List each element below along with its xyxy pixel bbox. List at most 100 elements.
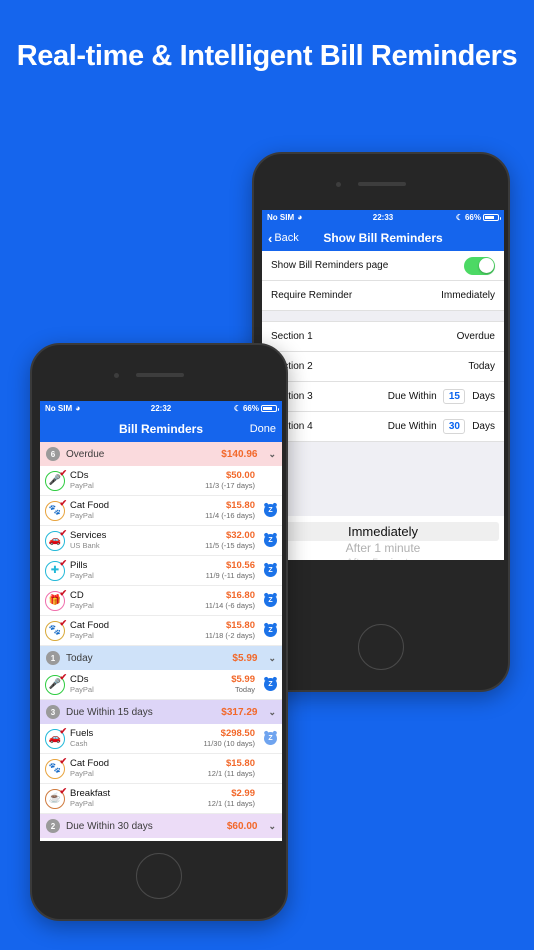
- section-total: $60.00: [226, 820, 258, 832]
- medkit-icon: ✚ ✔: [45, 558, 67, 581]
- bill-name: CDs: [70, 674, 89, 685]
- section-title: Due Within 15 days: [66, 706, 153, 718]
- snooze-icon[interactable]: Z: [264, 504, 277, 517]
- section-row-3[interactable]: Section 3 Due Within 15 Days: [262, 382, 504, 412]
- bill-due-date: Today: [234, 685, 255, 694]
- setting-label: Show Bill Reminders page: [271, 260, 389, 271]
- section-value: Overdue: [456, 331, 495, 342]
- section-row-2[interactable]: Section 2 Today: [262, 352, 504, 382]
- setting-row-require-reminder[interactable]: Require Reminder Immediately: [262, 281, 504, 311]
- paw-icon: 🐾 ✔: [45, 498, 67, 521]
- section-count-badge: 1: [46, 651, 60, 665]
- bill-source: PayPal: [70, 631, 94, 640]
- reminder-picker[interactable]: Immediately After 1 minute After 5 minut…: [262, 516, 504, 560]
- page-title: Real-time & Intelligent Bill Reminders: [16, 40, 518, 72]
- bill-row[interactable]: ☕ ✔ Breakfast PayPal $2.99 12/1 (11 days): [40, 784, 282, 814]
- bill-row[interactable]: ✚ ✔ Pills PayPal $10.56 11/9 (-11 days) Z: [40, 556, 282, 586]
- bill-due-date: 11/30 (10 days): [203, 739, 255, 748]
- speaker-grille: [358, 182, 406, 186]
- nav-title-front: Bill Reminders: [118, 422, 204, 436]
- section-value: Today: [468, 361, 495, 372]
- paid-check-icon: ✔: [59, 755, 67, 766]
- picker-option-selected[interactable]: Immediately: [267, 522, 499, 541]
- settings-empty-area: [262, 442, 504, 516]
- bill-amount: $32.00: [225, 530, 255, 541]
- bill-row[interactable]: 🐾 ✔ Cat Food PayPal $15.80 11/4 (-16 days) Z: [40, 496, 282, 526]
- chevron-down-icon[interactable]: ⌄: [268, 449, 276, 460]
- battery-percent: 66%: [464, 213, 481, 222]
- section-header-due30[interactable]: 2 Due Within 30 days $60.00 ⌄: [40, 814, 282, 838]
- car-icon: 🚗 ✔: [45, 528, 67, 551]
- speaker-grille: [136, 373, 184, 377]
- section-header-overdue[interactable]: 6 Overdue $140.96 ⌄: [40, 442, 282, 466]
- battery-percent: 66%: [242, 404, 259, 413]
- snooze-icon[interactable]: Z: [264, 732, 277, 745]
- snooze-icon[interactable]: Z: [264, 594, 277, 607]
- back-button[interactable]: ‹ Back: [268, 232, 299, 245]
- bill-name: Cat Food: [70, 500, 110, 511]
- section-title: Overdue: [66, 448, 105, 460]
- chevron-down-icon[interactable]: ⌄: [268, 821, 276, 832]
- gift-icon: 🎁 ✔: [45, 587, 67, 611]
- section-value: Due Within 30 Days: [388, 419, 495, 434]
- bill-row[interactable]: 🐾 ✔ Cat Food PayPal $15.80 11/18 (-2 days) Z: [40, 616, 282, 646]
- picker-option-1[interactable]: After 1 minute: [262, 541, 504, 556]
- coffee-icon: ☕ ✔: [45, 785, 67, 809]
- microphone-icon: 🎤 ✔: [45, 468, 67, 491]
- home-button-back[interactable]: [358, 624, 404, 670]
- bill-source: Cash: [70, 739, 88, 748]
- status-bar-front: No SIM ◕ 22:32 ☾ 66%: [40, 401, 282, 416]
- bill-source: PayPal: [70, 571, 94, 580]
- paid-check-icon: ✔: [59, 587, 67, 598]
- bill-amount: $15.80: [225, 620, 255, 631]
- due-within-prefix: Due Within: [387, 421, 437, 432]
- snooze-icon[interactable]: Z: [264, 678, 277, 691]
- bill-row[interactable]: 🐾 ✔ Cat Food PayPal $15.80 12/1 (11 days): [40, 754, 282, 784]
- bill-row[interactable]: 🎁 ✔ CD PayPal $16.80 11/14 (-6 days) Z: [40, 586, 282, 616]
- section-count-badge: 3: [46, 705, 60, 719]
- settings-list: Show Bill Reminders page Require Reminde…: [262, 251, 504, 442]
- bill-amount: $16.80: [225, 590, 255, 601]
- picker-option-2[interactable]: After 5 minutes: [262, 556, 504, 560]
- days-input-30[interactable]: 30: [443, 419, 466, 434]
- require-reminder-value: Immediately: [441, 290, 495, 301]
- bill-source: PayPal: [70, 769, 94, 778]
- bill-source: PayPal: [70, 799, 94, 808]
- phone-back: No SIM ◕ 22:33 ☾ 66% ‹ Back Show Bill Re…: [252, 152, 510, 692]
- snooze-icon[interactable]: Z: [264, 624, 277, 637]
- bill-row[interactable]: 🎤 ✔ CDs PayPal $50.00 11/3 (-17 days): [40, 466, 282, 496]
- bill-name: Cat Food: [70, 758, 110, 769]
- bill-amount: $15.80: [225, 500, 255, 511]
- camera-icon: [114, 373, 119, 378]
- setting-row-show-page[interactable]: Show Bill Reminders page: [262, 251, 504, 281]
- snooze-icon[interactable]: Z: [264, 534, 277, 547]
- bill-due-date: 11/14 (-6 days): [205, 601, 255, 610]
- show-bill-reminders-toggle[interactable]: [464, 256, 495, 275]
- section-header-due15[interactable]: 3 Due Within 15 days $317.29 ⌄: [40, 700, 282, 724]
- bill-due-date: 11/9 (-11 days): [205, 571, 255, 580]
- snooze-icon[interactable]: Z: [264, 564, 277, 577]
- bill-row[interactable]: 🚗 ✔ Services US Bank $32.00 11/5 (-15 days) Z: [40, 526, 282, 556]
- days-input-15[interactable]: 15: [443, 389, 466, 404]
- bill-name: Breakfast: [70, 788, 111, 799]
- section-title: Due Within 30 days: [66, 820, 153, 832]
- section-header-today[interactable]: 1 Today $5.99 ⌄: [40, 646, 282, 670]
- paid-check-icon: ✔: [59, 617, 67, 628]
- section-count-badge: 2: [46, 819, 60, 833]
- bill-amount: $298.50: [220, 728, 255, 739]
- chevron-down-icon[interactable]: ⌄: [268, 707, 276, 718]
- paw-icon: 🐾 ✔: [45, 617, 67, 641]
- section-row-1[interactable]: Section 1 Overdue: [262, 322, 504, 352]
- paid-check-icon: ✔: [59, 671, 67, 682]
- bill-source: PayPal: [70, 481, 94, 490]
- bill-row[interactable]: 🚗 ✔ Fuels Cash $298.50 11/30 (10 days) Z: [40, 724, 282, 754]
- bill-due-date: 11/4 (-16 days): [205, 511, 255, 520]
- done-button[interactable]: Done: [250, 423, 276, 435]
- bill-amount: $50.00: [225, 470, 255, 481]
- bill-row[interactable]: 🎤 ✔ CDs PayPal $5.99 Today Z: [40, 670, 282, 700]
- paid-check-icon: ✔: [59, 785, 67, 796]
- chevron-down-icon[interactable]: ⌄: [268, 653, 276, 664]
- bill-due-date: 11/5 (-15 days): [205, 541, 255, 550]
- home-button-front[interactable]: [136, 853, 182, 899]
- section-row-4[interactable]: Section 4 Due Within 30 Days: [262, 412, 504, 442]
